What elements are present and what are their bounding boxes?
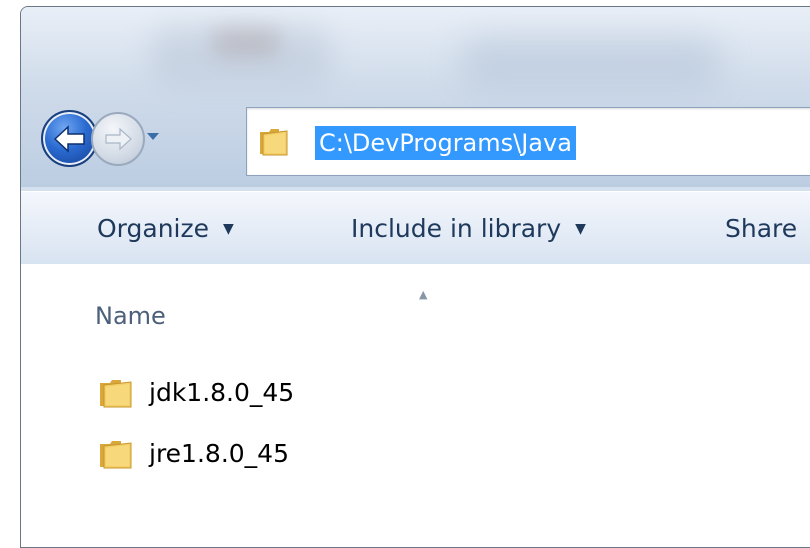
recent-locations-button[interactable] <box>145 129 161 145</box>
chevron-down-icon: ▼ <box>575 221 586 237</box>
file-name: jre1.8.0_45 <box>149 438 289 468</box>
list-item[interactable]: jre1.8.0_45 <box>97 433 289 473</box>
share-label: Share <box>725 214 798 243</box>
column-header-name[interactable]: Name <box>95 302 166 330</box>
back-button[interactable] <box>41 110 98 167</box>
chevron-down-icon <box>147 133 159 140</box>
explorer-window: C:\DevPrograms\Java Organize ▼ Include i… <box>20 6 810 548</box>
sort-ascending-icon: ▲ <box>419 288 428 301</box>
back-arrow-icon <box>53 124 85 153</box>
organize-label: Organize <box>97 214 209 243</box>
include-in-library-button[interactable]: Include in library ▼ <box>351 214 586 244</box>
address-path[interactable]: C:\DevPrograms\Java <box>315 126 576 160</box>
forward-button[interactable] <box>91 112 145 166</box>
organize-button[interactable]: Organize ▼ <box>97 214 234 244</box>
address-bar[interactable]: C:\DevPrograms\Java <box>246 107 810 176</box>
folder-icon <box>260 129 288 156</box>
include-in-library-label: Include in library <box>351 214 562 243</box>
list-item[interactable]: jdk1.8.0_45 <box>97 372 294 412</box>
forward-arrow-icon <box>105 127 132 151</box>
folder-icon <box>100 441 132 469</box>
file-list: ▲ Name jdk1.8.0_45 jre1.8.0_45 <box>21 264 810 547</box>
chevron-down-icon: ▼ <box>223 221 234 237</box>
share-button[interactable]: Share <box>725 214 797 244</box>
file-name: jdk1.8.0_45 <box>149 377 295 407</box>
folder-icon <box>100 380 132 408</box>
command-bar: Organize ▼ Include in library ▼ Share <box>21 191 810 265</box>
